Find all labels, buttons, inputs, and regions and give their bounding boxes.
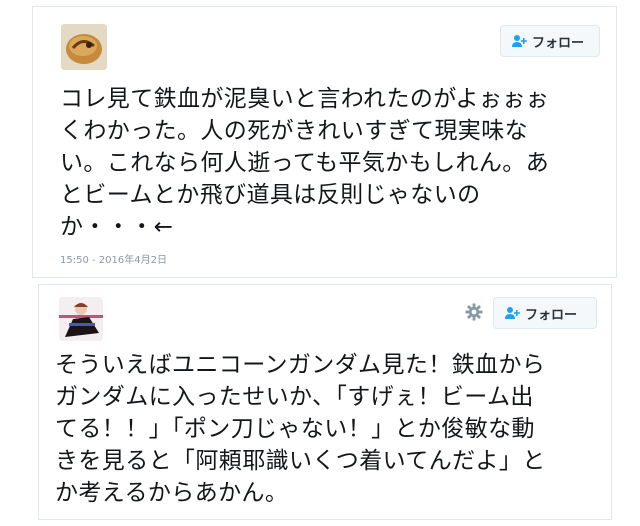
tweet-card-2: フォロー そういえばユニコーンガンダム見た！鉄血から ガンダムに入ったせいか、「… [38,284,612,520]
follow-button-label: フォロー [532,35,585,51]
follow-button[interactable]: フォロー [500,25,600,57]
tweet-card-1: フォロー コレ見て鉄血が泥臭いと言われたのがよぉぉぉ くわかった。人の死がきれい… [32,6,617,278]
follow-button[interactable]: フォロー [493,297,597,329]
gear-icon[interactable] [465,303,483,321]
follow-person-plus-icon [512,35,527,47]
tweet-timestamp[interactable]: 15:50 - 2016年4月2日 [60,251,167,266]
avatar[interactable] [61,24,107,70]
avatar[interactable] [59,297,103,341]
follow-person-plus-icon [505,307,520,319]
tweet-text: そういえばユニコーンガンダム見た！鉄血から ガンダムに入ったせいか、「すげぇ！ビ… [55,352,546,506]
tweet-text: コレ見て鉄血が泥臭いと言われたのがよぉぉぉ くわかった。人の死がきれいすぎて現実… [60,86,550,240]
follow-button-label: フォロー [525,307,578,323]
